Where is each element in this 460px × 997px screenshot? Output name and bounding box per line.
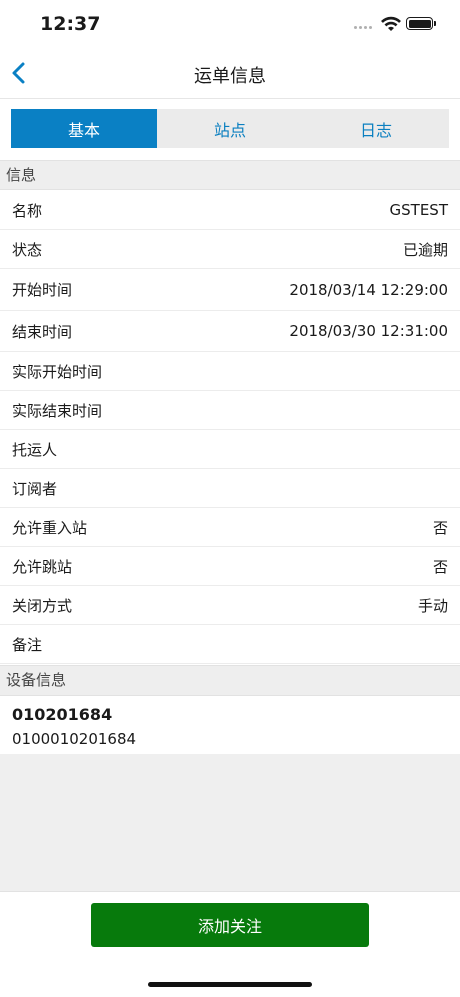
tab-basic[interactable]: 基本 bbox=[11, 109, 157, 148]
row-label: 允许跳站 bbox=[12, 557, 73, 576]
status-bar: 12:37 bbox=[0, 0, 460, 50]
device-section-header: 设备信息 bbox=[0, 665, 460, 696]
footer: 添加关注 bbox=[0, 891, 460, 997]
row-label: 关闭方式 bbox=[12, 596, 73, 615]
row-label: 开始时间 bbox=[12, 281, 73, 299]
list-item-shipper: 托运人 bbox=[0, 430, 460, 469]
tab-log[interactable]: 日志 bbox=[303, 109, 449, 148]
row-value: 手动 bbox=[417, 596, 448, 615]
row-label: 订阅者 bbox=[12, 479, 58, 498]
device-item[interactable]: 010201684 0100010201684 bbox=[0, 696, 460, 754]
list-item-actual-end: 实际结束时间 bbox=[0, 391, 460, 430]
list-item-remarks: 备注 bbox=[0, 625, 460, 664]
row-label: 备注 bbox=[12, 635, 43, 654]
row-label: 实际结束时间 bbox=[12, 401, 103, 420]
row-label: 实际开始时间 bbox=[12, 362, 103, 381]
cellular-signal-icon bbox=[354, 26, 376, 32]
list-item-close-mode: 关闭方式 手动 bbox=[0, 586, 460, 625]
row-label: 允许重入站 bbox=[12, 518, 88, 537]
status-time: 12:37 bbox=[40, 13, 101, 35]
list-item-name: 名称 GSTEST bbox=[0, 191, 460, 230]
row-value: 否 bbox=[432, 557, 448, 576]
row-value: 2018/03/30 12:31:00 bbox=[289, 322, 448, 340]
row-label: 托运人 bbox=[12, 440, 58, 459]
page-title: 运单信息 bbox=[194, 66, 266, 87]
add-follow-button[interactable]: 添加关注 bbox=[91, 903, 369, 947]
navigation-bar: 运单信息 bbox=[0, 50, 460, 99]
row-value: 2018/03/14 12:29:00 bbox=[289, 280, 448, 299]
list-item-allow-reentry: 允许重入站 否 bbox=[0, 508, 460, 547]
home-indicator bbox=[148, 982, 312, 987]
list-item-allow-skip: 允许跳站 否 bbox=[0, 547, 460, 586]
device-code: 0100010201684 bbox=[12, 730, 137, 748]
list-item-end-time: 结束时间 2018/03/30 12:31:00 bbox=[0, 311, 460, 352]
segment-tabs: 基本 站点 日志 bbox=[11, 109, 449, 148]
wifi-icon bbox=[381, 16, 401, 31]
row-value: 已逾期 bbox=[402, 240, 448, 259]
empty-area bbox=[0, 754, 460, 891]
battery-icon bbox=[406, 17, 436, 30]
list-item-start-time: 开始时间 2018/03/14 12:29:00 bbox=[0, 269, 460, 311]
list-item-status: 状态 已逾期 bbox=[0, 230, 460, 269]
row-label: 名称 bbox=[12, 201, 43, 220]
row-value: GSTEST bbox=[389, 201, 448, 219]
tab-stations[interactable]: 站点 bbox=[157, 109, 303, 148]
info-section-header: 信息 bbox=[0, 160, 460, 190]
device-name: 010201684 bbox=[12, 705, 113, 724]
list-item-subscriber: 订阅者 bbox=[0, 469, 460, 508]
row-value: 否 bbox=[432, 518, 448, 537]
row-label: 结束时间 bbox=[12, 322, 73, 341]
info-list: 名称 GSTEST 状态 已逾期 开始时间 2018/03/14 12:29:0… bbox=[0, 191, 460, 664]
list-item-actual-start: 实际开始时间 bbox=[0, 352, 460, 391]
row-label: 状态 bbox=[12, 240, 43, 259]
